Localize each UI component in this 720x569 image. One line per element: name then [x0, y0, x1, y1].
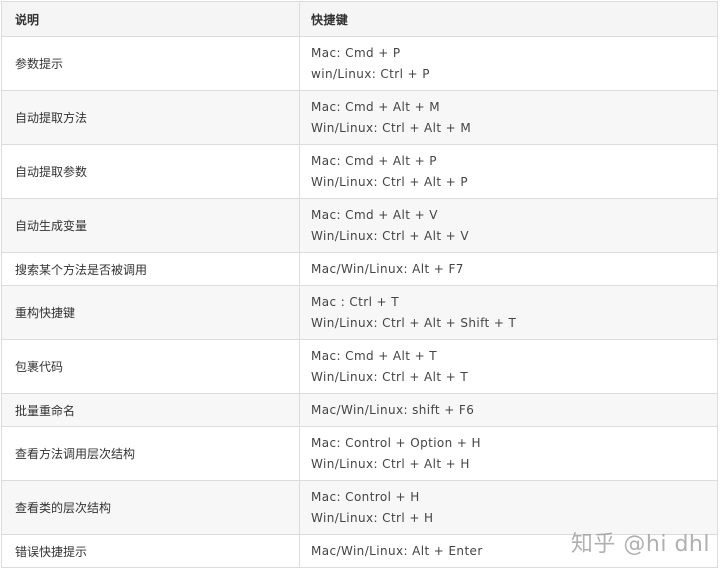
table-row: 包裹代码 Mac: Cmd + Alt + T Win/Linux: Ctrl + …: [2, 340, 718, 394]
description-cell: 参数提示: [2, 37, 300, 90]
header-description: 说明: [2, 2, 300, 36]
shortcut-text: Win/Linux: Ctrl + Alt + H: [311, 456, 470, 471]
description-text: 搜索某个方法是否被调用: [15, 262, 148, 277]
shortcut-cell: Mac/Win/Linux: Alt + F7: [300, 253, 718, 285]
shortcut-text: Win/Linux: Ctrl + Alt + M: [311, 120, 472, 135]
shortcut-text: Win/Linux: Ctrl + Alt + Shift + T: [311, 315, 517, 330]
description-cell: 重构快捷键: [2, 286, 300, 339]
table-body: 参数提示 Mac: Cmd + P win/Linux: Ctrl + P 自动提取方…: [2, 37, 718, 568]
description-text: 自动提取方法: [15, 111, 88, 125]
shortcut-cell: Mac: Control + Option + H Win/Linux: Ctrl…: [300, 427, 718, 480]
shortcut-text: Win/Linux: Ctrl + Alt + T: [311, 369, 469, 384]
shortcut-cell: Mac/Win/Linux: shift + F6: [300, 394, 718, 426]
shortcut-text: Mac/Win/Linux: Alt + F7: [311, 261, 464, 276]
shortcut-cell: Mac: Cmd + Alt + M Win/Linux: Ctrl + Alt …: [300, 91, 718, 144]
shortcut-text: Mac: Cmd + Alt + V: [311, 207, 438, 222]
description-text: 错误快捷提示: [15, 544, 88, 559]
shortcut-text: Win/Linux: Ctrl + Alt + P: [311, 174, 468, 189]
table-row: 参数提示 Mac: Cmd + P win/Linux: Ctrl + P: [2, 37, 718, 91]
shortcut-text: Mac: Cmd + Alt + M: [311, 99, 441, 114]
description-cell: 批量重命名: [2, 394, 300, 426]
description-text: 查看方法调用层次结构: [15, 447, 136, 461]
shortcut-text: win/Linux: Ctrl + P: [311, 66, 430, 81]
description-text: 参数提示: [15, 57, 64, 71]
shortcut-table: 说明 快捷键 参数提示 Mac: Cmd + P win/Linux: Ctrl +…: [1, 1, 718, 568]
description-cell: 查看方法调用层次结构: [2, 427, 300, 480]
shortcut-text: Mac/Win/Linux: shift + F6: [311, 402, 475, 417]
description-text: 自动提取参数: [15, 165, 88, 179]
header-description-label: 说明: [15, 12, 40, 27]
description-text: 重构快捷键: [15, 306, 76, 320]
table-row: 重构快捷键 Mac : Ctrl + T Win/Linux: Ctrl + Alt…: [2, 286, 718, 340]
description-cell: 自动提取参数: [2, 145, 300, 198]
description-cell: 查看类的层次结构: [2, 481, 300, 534]
table-row: 自动提取方法 Mac: Cmd + Alt + M Win/Linux: Ctrl …: [2, 91, 718, 145]
shortcut-cell: Mac : Ctrl + T Win/Linux: Ctrl + Alt + Sh…: [300, 286, 718, 339]
description-text: 自动生成变量: [15, 219, 88, 233]
description-cell: 错误快捷提示: [2, 535, 300, 567]
shortcut-text: Mac : Ctrl + T: [311, 294, 399, 309]
description-cell: 自动提取方法: [2, 91, 300, 144]
header-shortcut: 快捷键: [300, 2, 718, 36]
table-row: 批量重命名 Mac/Win/Linux: shift + F6: [2, 394, 718, 427]
shortcut-text: Mac: Control + Option + H: [311, 435, 481, 450]
shortcut-cell: Mac: Cmd + P win/Linux: Ctrl + P: [300, 37, 718, 90]
zhihu-watermark: 知乎 @hi dhl: [570, 532, 710, 557]
description-cell: 包裹代码: [2, 340, 300, 393]
table-row: 搜索某个方法是否被调用 Mac/Win/Linux: Alt + F7: [2, 253, 718, 286]
shortcut-text: Win/Linux: Ctrl + Alt + V: [311, 228, 469, 243]
shortcut-cell: Mac: Cmd + Alt + V Win/Linux: Ctrl + Alt …: [300, 199, 718, 252]
table-row: 查看方法调用层次结构 Mac: Control + Option + H Win/L…: [2, 427, 718, 481]
shortcut-text: Mac: Control + H: [311, 489, 420, 504]
description-text: 批量重命名: [15, 403, 76, 418]
table-header-row: 说明 快捷键: [2, 2, 718, 37]
shortcut-cell: Mac: Cmd + Alt + P Win/Linux: Ctrl + Alt …: [300, 145, 718, 198]
description-text: 包裹代码: [15, 360, 64, 374]
header-shortcut-label: 快捷键: [311, 12, 349, 27]
shortcut-text: Mac: Cmd + P: [311, 45, 401, 60]
description-cell: 搜索某个方法是否被调用: [2, 253, 300, 285]
description-cell: 自动生成变量: [2, 199, 300, 252]
shortcut-text: Mac: Cmd + Alt + T: [311, 348, 437, 363]
shortcut-text: Mac: Cmd + Alt + P: [311, 153, 437, 168]
shortcut-cell: Mac: Cmd + Alt + T Win/Linux: Ctrl + Alt …: [300, 340, 718, 393]
table-row: 自动生成变量 Mac: Cmd + Alt + V Win/Linux: Ctrl …: [2, 199, 718, 253]
description-text: 查看类的层次结构: [15, 501, 112, 515]
table-row: 自动提取参数 Mac: Cmd + Alt + P Win/Linux: Ctrl …: [2, 145, 718, 199]
